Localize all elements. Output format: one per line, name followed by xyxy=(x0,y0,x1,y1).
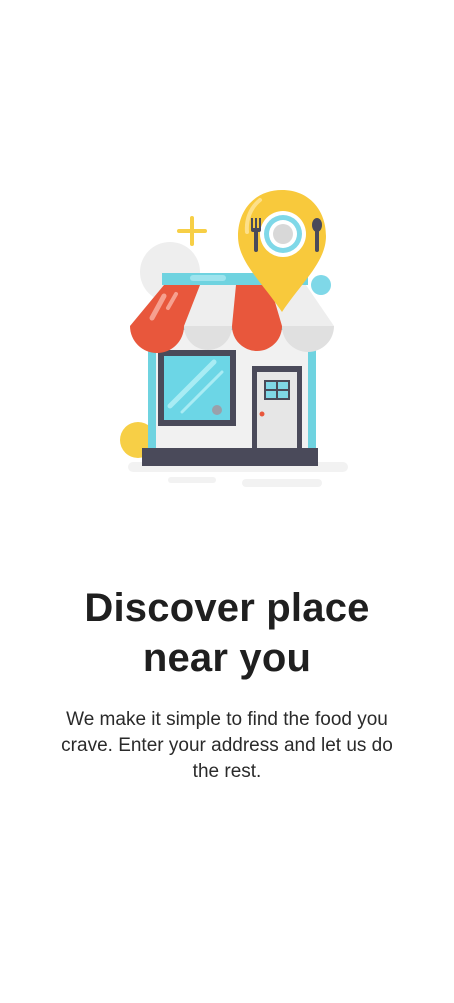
page-title: Discover place near you xyxy=(0,583,454,683)
description-text: We make it simple to find the food you c… xyxy=(61,709,393,782)
title-line-1: Discover place xyxy=(84,585,370,630)
blue-dot-decoration xyxy=(311,275,331,295)
store-icon xyxy=(130,273,334,466)
sparkle-icon xyxy=(177,216,207,246)
title-line-2: near you xyxy=(142,635,312,680)
store-illustration xyxy=(120,190,348,487)
